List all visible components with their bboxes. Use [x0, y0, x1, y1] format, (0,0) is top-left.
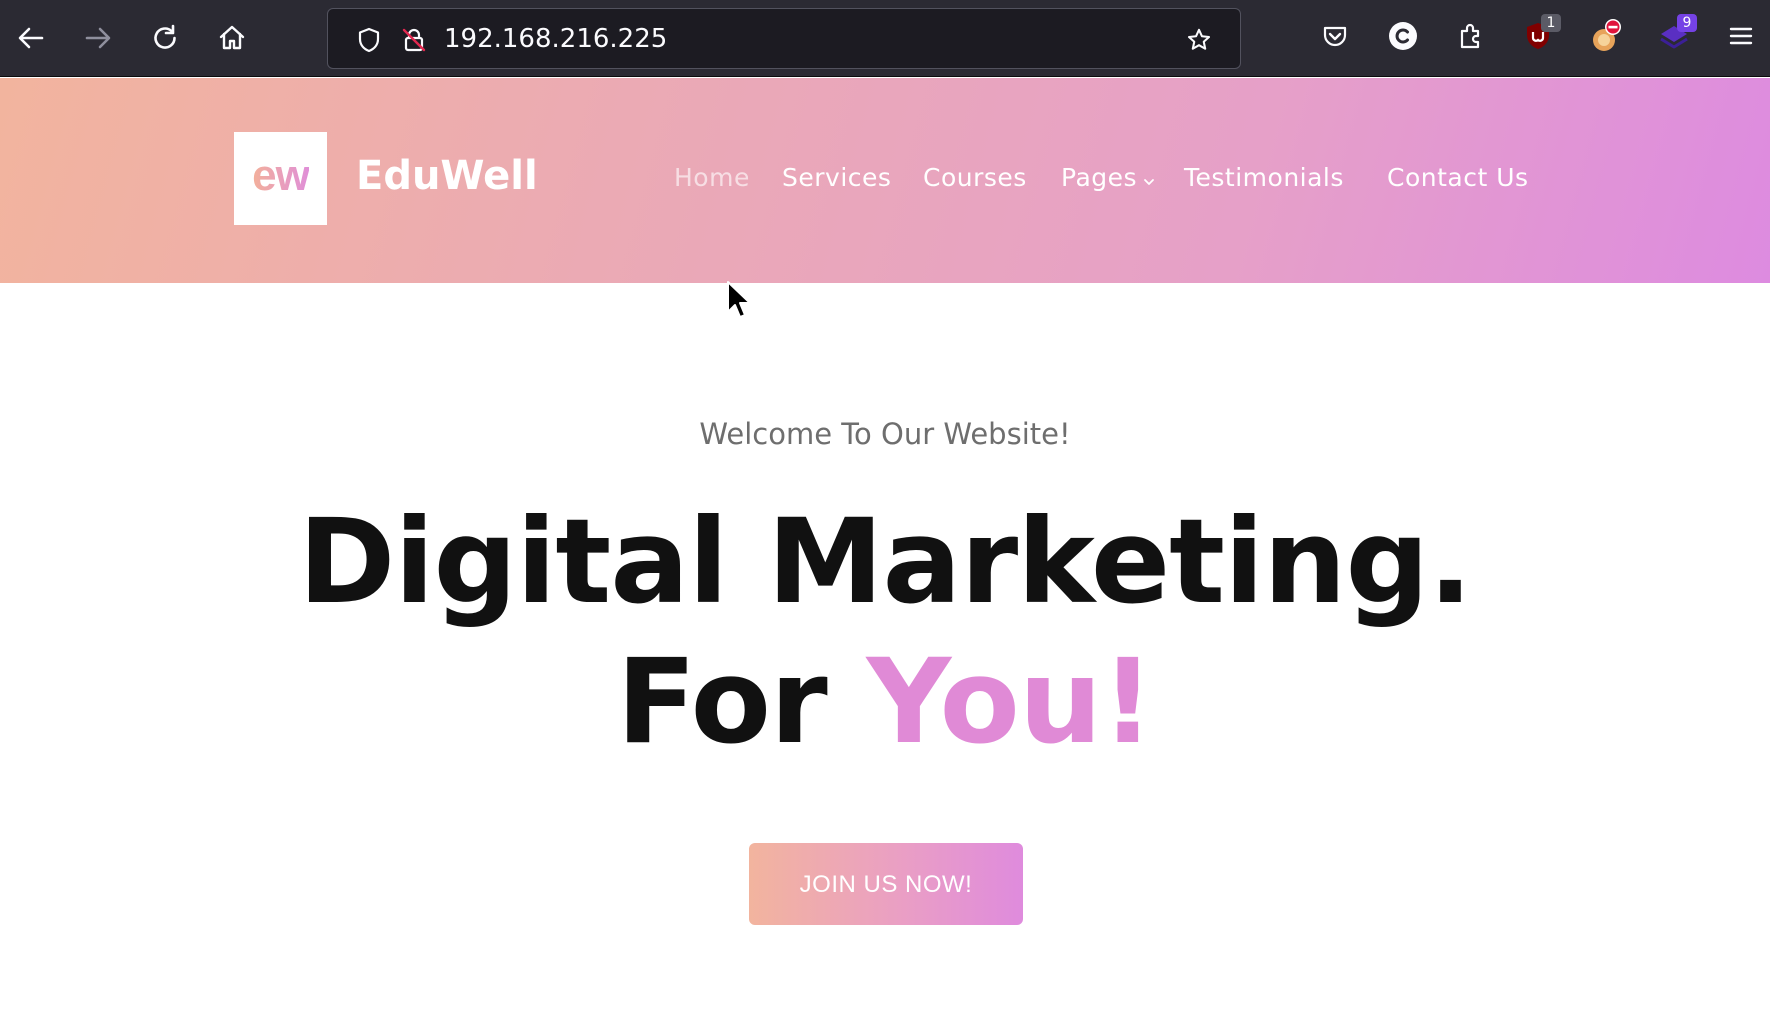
hamburger-menu-icon [1728, 23, 1754, 53]
nav-home[interactable]: Home [674, 158, 750, 198]
join-us-button[interactable]: JOIN US NOW! [749, 843, 1023, 925]
chevron-down-icon [1143, 159, 1155, 199]
reload-button[interactable] [146, 19, 184, 57]
site-header: ew EduWell Home Services Courses Pages T… [0, 78, 1770, 283]
mouse-cursor-icon [726, 280, 752, 324]
url-text[interactable]: 192.168.216.225 [444, 25, 667, 53]
nav-courses[interactable]: Courses [923, 158, 1027, 198]
blocker-extension-button[interactable] [1587, 19, 1625, 57]
extension-badge: 9 [1677, 14, 1697, 32]
reload-icon [150, 23, 180, 53]
browser-toolbar: 192.168.216.225 1 9 [0, 0, 1770, 77]
nav-testimonials[interactable]: Testimonials [1184, 158, 1344, 198]
home-icon [217, 23, 247, 53]
pocket-icon [1321, 22, 1349, 54]
brand-name[interactable]: EduWell [356, 150, 538, 202]
nav-contact-us[interactable]: Contact Us [1387, 158, 1529, 198]
back-arrow-icon [16, 23, 46, 53]
headline-line-2: For You! [0, 637, 1770, 767]
nav-services[interactable]: Services [782, 158, 891, 198]
address-bar[interactable]: 192.168.216.225 [327, 8, 1241, 69]
insecure-lock-icon[interactable] [401, 27, 427, 53]
c-extension-button[interactable] [1384, 19, 1422, 57]
forward-button[interactable] [79, 19, 117, 57]
ublock-badge: 1 [1541, 14, 1561, 32]
headline-line-1: Digital Marketing. [298, 493, 1472, 630]
forward-arrow-icon [83, 23, 113, 53]
app-menu-button[interactable] [1722, 19, 1760, 57]
back-button[interactable] [12, 19, 50, 57]
ublock-origin-button[interactable]: 1 [1519, 14, 1561, 57]
pocket-button[interactable] [1316, 19, 1354, 57]
c-extension-icon [1388, 21, 1418, 55]
purple-extension-button[interactable]: 9 [1655, 14, 1697, 57]
nav-pages[interactable]: Pages [1061, 158, 1155, 198]
home-button[interactable] [213, 19, 251, 57]
bookmark-star-icon[interactable] [1186, 27, 1212, 53]
headline-accent: You! [866, 633, 1154, 770]
extensions-button[interactable] [1452, 19, 1490, 57]
nav-pages-label: Pages [1061, 163, 1138, 192]
headline-line-2-prefix: For [616, 633, 867, 770]
blocker-extension-icon [1589, 19, 1623, 57]
extensions-puzzle-icon [1456, 21, 1486, 55]
logo-mark: ew [252, 150, 310, 200]
logo[interactable]: ew [234, 132, 327, 225]
welcome-text: Welcome To Our Website! [699, 417, 1071, 451]
tracking-shield-icon[interactable] [356, 27, 382, 53]
